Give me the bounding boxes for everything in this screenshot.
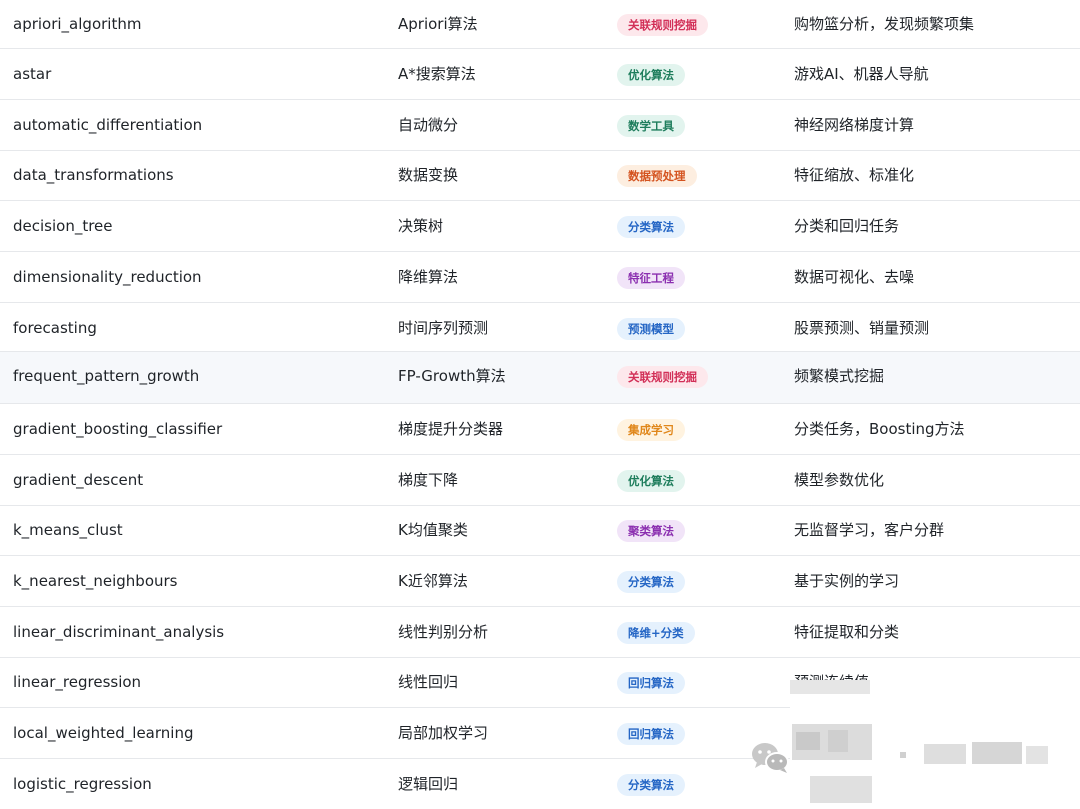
table-row: linear_discriminant_analysis 线性判别分析 降维+分…: [0, 607, 1080, 658]
category-badge: 优化算法: [617, 63, 685, 86]
table-row: logistic_regression 逻辑回归 分类算法: [0, 759, 1080, 803]
category-badge: 集成学习: [617, 418, 685, 441]
algorithm-name: logistic_regression: [13, 775, 152, 793]
table-row: automatic_differentiation 自动微分 数学工具 神经网络…: [0, 100, 1080, 151]
algorithm-name: apriori_algorithm: [13, 15, 142, 33]
chinese-name: 梯度提升分类器: [398, 420, 504, 438]
chinese-name: FP-Growth算法: [398, 367, 506, 385]
chinese-name: 自动微分: [398, 116, 459, 134]
category-cell: 数据预处理: [617, 151, 697, 200]
chinese-name: 局部加权学习: [398, 724, 489, 742]
application-text: 数据可视化、去噪: [794, 268, 915, 286]
table-row: decision_tree 决策树 分类算法 分类和回归任务: [0, 201, 1080, 252]
category-badge: 回归算法: [617, 722, 685, 745]
table-row: gradient_descent 梯度下降 优化算法 模型参数优化: [0, 455, 1080, 506]
application-text: 特征缩放、标准化: [794, 166, 915, 184]
category-cell: 分类算法: [617, 201, 685, 251]
category-badge: 分类算法: [617, 570, 685, 593]
category-badge: 数据预处理: [617, 164, 697, 187]
algorithm-name: forecasting: [13, 319, 97, 337]
category-badge: 优化算法: [617, 469, 685, 492]
chinese-name: 线性回归: [398, 673, 459, 691]
category-cell: 聚类算法: [617, 506, 685, 555]
application-text: 游戏AI、机器人导航: [794, 65, 929, 83]
table-row: data_transformations 数据变换 数据预处理 特征缩放、标准化: [0, 151, 1080, 201]
chinese-name: K近邻算法: [398, 572, 468, 590]
application-text: 基于实例的学习: [794, 572, 900, 590]
table-row: k_means_clust K均值聚类 聚类算法 无监督学习，客户分群: [0, 506, 1080, 556]
category-cell: 预测模型: [617, 303, 685, 351]
table-row: forecasting 时间序列预测 预测模型 股票预测、销量预测: [0, 303, 1080, 352]
application-text: 特征提取和分类: [794, 623, 900, 641]
algorithm-name: local_weighted_learning: [13, 724, 194, 742]
application-text: 购物篮分析，发现频繁项集: [794, 15, 975, 33]
application-text: 模型参数优化: [794, 471, 885, 489]
category-cell: 回归算法: [617, 658, 685, 707]
algorithm-name: dimensionality_reduction: [13, 268, 202, 286]
algorithm-name: gradient_descent: [13, 471, 144, 489]
chinese-name: 逻辑回归: [398, 775, 459, 793]
category-badge: 回归算法: [617, 671, 685, 694]
chinese-name: 线性判别分析: [398, 623, 489, 641]
application-text: 分类和回归任务: [794, 217, 900, 235]
category-cell: 关联规则挖掘: [617, 352, 708, 402]
table-row: gradient_boosting_classifier 梯度提升分类器 集成学…: [0, 404, 1080, 455]
category-badge: 预测模型: [617, 317, 685, 340]
algorithm-name: astar: [13, 65, 52, 83]
chinese-name: 决策树: [398, 217, 444, 235]
category-cell: 分类算法: [617, 556, 685, 606]
category-badge: 关联规则挖掘: [617, 13, 708, 36]
category-badge: 关联规则挖掘: [617, 365, 708, 388]
table-row: local_weighted_learning 局部加权学习 回归算法: [0, 708, 1080, 759]
category-cell: 分类算法: [617, 759, 685, 809]
application-text: 神经网络梯度计算: [794, 116, 915, 134]
chinese-name: K均值聚类: [398, 521, 468, 539]
table-row: k_nearest_neighbours K近邻算法 分类算法 基于实例的学习: [0, 556, 1080, 607]
algorithm-name: data_transformations: [13, 166, 174, 184]
application-text: 股票预测、销量预测: [794, 319, 930, 337]
category-cell: 特征工程: [617, 252, 685, 302]
application-text: 无监督学习，客户分群: [794, 521, 945, 539]
chinese-name: Apriori算法: [398, 15, 478, 33]
chinese-name: 数据变换: [398, 166, 459, 184]
algorithm-name: k_means_clust: [13, 521, 123, 539]
category-badge: 降维+分类: [617, 621, 695, 644]
category-cell: 数学工具: [617, 100, 685, 150]
wechat-icon: [751, 741, 791, 775]
chinese-name: 时间序列预测: [398, 319, 489, 337]
algorithm-name: frequent_pattern_growth: [13, 367, 200, 385]
application-text: 分类任务，Boosting方法: [794, 420, 965, 438]
table-row: dimensionality_reduction 降维算法 特征工程 数据可视化…: [0, 252, 1080, 303]
table-row: linear_regression 线性回归 回归算法 预测连续值: [0, 658, 1080, 708]
algorithm-name: linear_regression: [13, 673, 142, 691]
category-cell: 回归算法: [617, 708, 685, 758]
category-cell: 关联规则挖掘: [617, 0, 708, 49]
category-cell: 优化算法: [617, 49, 685, 99]
application-text: 频繁模式挖掘: [794, 367, 885, 385]
table-row: apriori_algorithm Apriori算法 关联规则挖掘 购物篮分析…: [0, 0, 1080, 49]
category-cell: 集成学习: [617, 404, 685, 454]
table-row: astar A*搜索算法 优化算法 游戏AI、机器人导航: [0, 49, 1080, 100]
chinese-name: A*搜索算法: [398, 65, 476, 83]
algorithm-name: decision_tree: [13, 217, 113, 235]
algorithm-name: k_nearest_neighbours: [13, 572, 178, 590]
category-badge: 分类算法: [617, 773, 685, 796]
category-cell: 优化算法: [617, 455, 685, 505]
algorithm-name: linear_discriminant_analysis: [13, 623, 225, 641]
algorithm-name: automatic_differentiation: [13, 116, 203, 134]
algorithm-name: gradient_boosting_classifier: [13, 420, 223, 438]
category-badge: 分类算法: [617, 215, 685, 238]
category-badge: 特征工程: [617, 266, 685, 289]
application-text: 预测连续值: [794, 673, 870, 691]
category-badge: 数学工具: [617, 114, 685, 137]
category-badge: 聚类算法: [617, 519, 685, 542]
category-cell: 降维+分类: [617, 607, 695, 657]
chinese-name: 降维算法: [398, 268, 459, 286]
algorithm-table: apriori_algorithm Apriori算法 关联规则挖掘 购物篮分析…: [0, 0, 1080, 803]
chinese-name: 梯度下降: [398, 471, 459, 489]
table-row: frequent_pattern_growth FP-Growth算法 关联规则…: [0, 352, 1080, 404]
